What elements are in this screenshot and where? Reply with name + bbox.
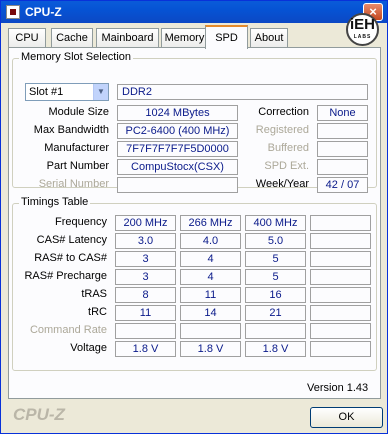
timing-row-label: tRAS <box>81 288 107 300</box>
memory-slot-group: Memory Slot Selection Slot #1 ▼ DDR2 Mod… <box>12 51 377 193</box>
iehlabs-logo: iEH LABS <box>346 13 379 46</box>
timing-cell: 400 MHz <box>245 215 306 231</box>
timing-row-label: Command Rate <box>29 324 107 336</box>
timing-cell: 16 <box>245 287 306 303</box>
timing-cell: 5 <box>245 269 306 285</box>
timing-cell: 21 <box>245 305 306 321</box>
registered-field <box>317 123 368 139</box>
week-year-label: Week/Year <box>255 178 309 190</box>
tab-mainboard[interactable]: Mainboard <box>96 28 159 48</box>
timing-cell <box>310 233 371 249</box>
timing-row-label: tRC <box>88 306 107 318</box>
title-bar[interactable]: CPU-Z × <box>1 1 387 23</box>
timing-cell: 5 <box>245 251 306 267</box>
max-bandwidth-field: PC2-6400 (400 MHz) <box>117 123 238 139</box>
spd-ext-label: SPD Ext. <box>264 160 309 172</box>
timing-row-label: Frequency <box>55 216 107 228</box>
tab-cpu[interactable]: CPU <box>8 28 46 48</box>
correction-label: Correction <box>258 106 309 118</box>
timing-cell: 4 <box>180 251 241 267</box>
timing-cell: 3 <box>115 251 176 267</box>
timing-cell: 1.8 V <box>115 341 176 357</box>
timing-cell <box>310 341 371 357</box>
correction-field: None <box>317 105 368 121</box>
registered-label: Registered <box>255 124 309 136</box>
manufacturer-label: Manufacturer <box>44 142 109 154</box>
timing-cell: 11 <box>180 287 241 303</box>
app-icon <box>6 5 20 19</box>
module-size-field: 1024 MBytes <box>117 105 238 121</box>
timing-cell <box>245 323 306 339</box>
timing-cell: 4 <box>180 269 241 285</box>
cpuz-window: CPU-Z × CPU Cache Mainboard Memory SPD A… <box>0 0 388 434</box>
timing-cell <box>310 269 371 285</box>
max-bandwidth-label: Max Bandwidth <box>33 124 109 136</box>
tab-spd[interactable]: SPD <box>205 25 248 49</box>
timing-row-label: CAS# Latency <box>36 234 107 246</box>
timing-cell <box>310 215 371 231</box>
timing-cell: 3.0 <box>115 233 176 249</box>
module-size-label: Module Size <box>48 106 109 118</box>
timings-title: Timings Table <box>19 196 91 208</box>
timing-cell: 4.0 <box>180 233 241 249</box>
logo-subtext: LABS <box>353 34 372 40</box>
timing-cell <box>115 323 176 339</box>
timing-cell: 1.8 V <box>180 341 241 357</box>
timing-cell <box>310 287 371 303</box>
window-title: CPU-Z <box>25 5 62 19</box>
logo-text: iEH <box>349 16 375 33</box>
timing-cell: 1.8 V <box>245 341 306 357</box>
timing-cell: 8 <box>115 287 176 303</box>
timing-cell <box>180 323 241 339</box>
version-label: Version 1.43 <box>307 382 369 394</box>
timing-cell <box>310 251 371 267</box>
buffered-field <box>317 141 368 157</box>
slot-select-value: Slot #1 <box>29 86 64 98</box>
timing-row-label: RAS# to CAS# <box>34 252 107 264</box>
chevron-down-icon[interactable]: ▼ <box>93 84 108 100</box>
tab-cache[interactable]: Cache <box>51 28 93 48</box>
spd-ext-field <box>317 159 368 175</box>
memory-slot-title: Memory Slot Selection <box>19 51 134 63</box>
memory-type-field: DDR2 <box>117 84 368 100</box>
serial-number-field <box>117 177 238 193</box>
manufacturer-field: 7F7F7F7F7F5D0000 <box>117 141 238 157</box>
timing-row-label: RAS# Precharge <box>24 270 107 282</box>
spd-panel: Memory Slot Selection Slot #1 ▼ DDR2 Mod… <box>8 47 381 399</box>
timing-cell <box>310 305 371 321</box>
timing-cell <box>310 323 371 339</box>
timing-cell: 14 <box>180 305 241 321</box>
timing-cell: 11 <box>115 305 176 321</box>
timing-cell: 5.0 <box>245 233 306 249</box>
cpuz-brand: CPU-Z <box>13 405 65 424</box>
serial-number-label: Serial Number <box>38 178 109 190</box>
tab-memory[interactable]: Memory <box>161 28 208 48</box>
ok-button[interactable]: OK <box>310 407 383 428</box>
timing-cell: 3 <box>115 269 176 285</box>
slot-select[interactable]: Slot #1 ▼ <box>25 83 109 101</box>
timings-group: Timings Table Frequency 200 MHz 266 MHz 400… <box>12 196 377 371</box>
part-number-label: Part Number <box>46 160 109 172</box>
tab-about[interactable]: About <box>250 28 288 48</box>
timing-cell: 200 MHz <box>115 215 176 231</box>
timing-cell: 266 MHz <box>180 215 241 231</box>
week-year-field: 42 / 07 <box>317 177 368 193</box>
timing-row-label: Voltage <box>70 342 107 354</box>
part-number-field: CompuStocx(CSX) <box>117 159 238 175</box>
buffered-label: Buffered <box>267 142 309 154</box>
